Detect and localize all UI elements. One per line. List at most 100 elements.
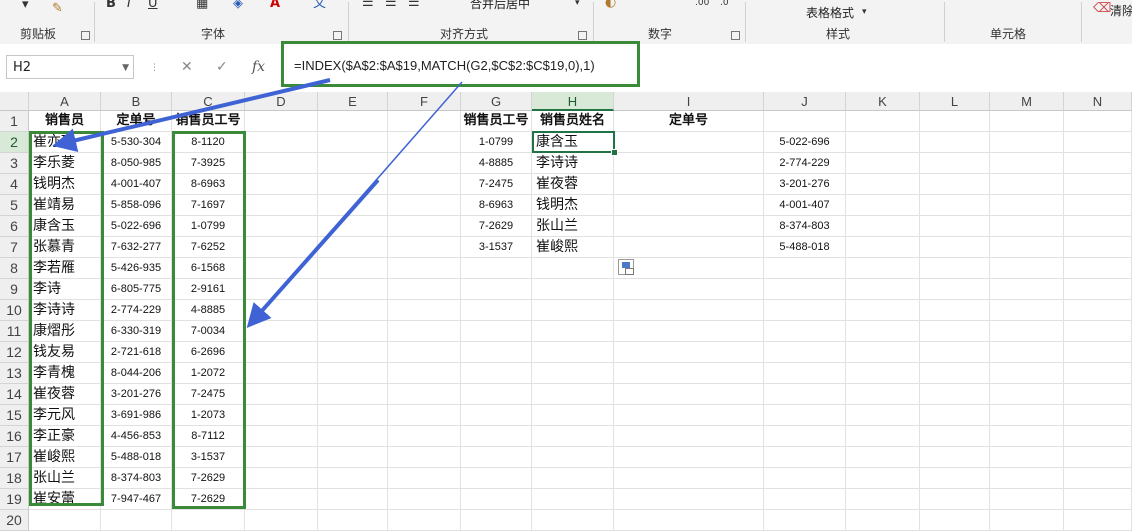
cell[interactable] <box>318 384 388 405</box>
cell[interactable] <box>245 153 318 174</box>
cell[interactable] <box>245 132 318 153</box>
cell[interactable] <box>614 363 764 384</box>
bold-icon[interactable]: B <box>106 0 116 11</box>
cell[interactable] <box>920 342 990 363</box>
cell[interactable] <box>614 300 764 321</box>
cell-j6[interactable]: 8-374-803 <box>764 216 846 237</box>
cell-b19[interactable]: 7-947-467 <box>101 489 172 510</box>
font-color-icon[interactable]: A <box>270 0 280 11</box>
cell-c14[interactable]: 7-2475 <box>172 384 245 405</box>
cell[interactable] <box>245 321 318 342</box>
cell[interactable] <box>388 279 461 300</box>
border-icon[interactable]: ▦ <box>196 0 208 11</box>
cell[interactable] <box>1064 384 1132 405</box>
cell-c17[interactable]: 3-1537 <box>172 447 245 468</box>
cell[interactable] <box>846 405 920 426</box>
cell[interactable] <box>614 342 764 363</box>
merge-dropdown-icon[interactable]: ▾ <box>575 0 580 10</box>
cell[interactable] <box>1064 405 1132 426</box>
cell[interactable] <box>614 468 764 489</box>
cell[interactable] <box>318 153 388 174</box>
cell[interactable] <box>245 174 318 195</box>
cell[interactable] <box>920 489 990 510</box>
cell[interactable] <box>245 111 318 132</box>
cell[interactable] <box>318 426 388 447</box>
cell-c8[interactable]: 6-1568 <box>172 258 245 279</box>
cell-g3[interactable]: 4-8885 <box>461 153 532 174</box>
cell[interactable] <box>318 174 388 195</box>
cell[interactable] <box>318 132 388 153</box>
cell[interactable] <box>920 468 990 489</box>
cell[interactable] <box>1064 258 1132 279</box>
cell-j5[interactable]: 4-001-407 <box>764 195 846 216</box>
cell[interactable] <box>920 510 990 531</box>
cell-b18[interactable]: 8-374-803 <box>101 468 172 489</box>
cell[interactable] <box>388 468 461 489</box>
formula-input[interactable]: =INDEX($A$2:$A$19,MATCH(G2,$C$2:$C$19,0)… <box>281 41 640 87</box>
cell[interactable] <box>388 195 461 216</box>
cell[interactable] <box>846 279 920 300</box>
cell[interactable] <box>1064 363 1132 384</box>
cell[interactable] <box>846 153 920 174</box>
cell[interactable] <box>245 216 318 237</box>
cell[interactable] <box>388 405 461 426</box>
insert-function-icon[interactable]: fx <box>252 59 265 75</box>
cell[interactable] <box>532 363 614 384</box>
cell-h1[interactable]: 销售员姓名 <box>532 111 614 132</box>
cell[interactable] <box>920 132 990 153</box>
cell[interactable] <box>990 489 1064 510</box>
cell[interactable] <box>764 342 846 363</box>
cell[interactable] <box>1064 111 1132 132</box>
cell[interactable] <box>318 405 388 426</box>
cell[interactable] <box>461 279 532 300</box>
cell-a5[interactable]: 崔靖易 <box>29 195 101 216</box>
cell[interactable] <box>461 447 532 468</box>
cell[interactable] <box>318 489 388 510</box>
cell[interactable] <box>920 216 990 237</box>
cell[interactable] <box>532 384 614 405</box>
cell[interactable] <box>1064 279 1132 300</box>
cell[interactable] <box>1064 468 1132 489</box>
row-header-11[interactable]: 11 <box>0 321 29 342</box>
cell[interactable] <box>318 321 388 342</box>
cell-b9[interactable]: 6-805-775 <box>101 279 172 300</box>
cell[interactable] <box>318 342 388 363</box>
cell[interactable] <box>846 132 920 153</box>
cell-h7[interactable]: 崔峻熙 <box>532 237 614 258</box>
cell[interactable] <box>614 174 764 195</box>
cell[interactable] <box>318 510 388 531</box>
cell[interactable] <box>1064 489 1132 510</box>
format-painter-icon[interactable]: ✎ <box>52 2 63 16</box>
cell-a15[interactable]: 李元风 <box>29 405 101 426</box>
cell[interactable] <box>245 510 318 531</box>
font-launcher-icon[interactable] <box>333 31 342 40</box>
alignment-launcher-icon[interactable] <box>578 31 587 40</box>
cell[interactable] <box>461 405 532 426</box>
cell[interactable] <box>1064 300 1132 321</box>
cell[interactable] <box>1064 132 1132 153</box>
column-header-l[interactable]: L <box>920 92 990 111</box>
cell-b3[interactable]: 8-050-985 <box>101 153 172 174</box>
cell[interactable] <box>318 447 388 468</box>
cell-c12[interactable]: 6-2696 <box>172 342 245 363</box>
cell[interactable] <box>764 321 846 342</box>
cell-j2[interactable]: 5-022-696 <box>764 132 846 153</box>
row-header-17[interactable]: 17 <box>0 447 29 468</box>
cell[interactable] <box>388 321 461 342</box>
cell-c5[interactable]: 7-1697 <box>172 195 245 216</box>
cell[interactable] <box>846 258 920 279</box>
cell-b12[interactable]: 2-721-618 <box>101 342 172 363</box>
cell-a19[interactable]: 崔安蕾 <box>29 489 101 510</box>
cell[interactable] <box>764 363 846 384</box>
cell[interactable] <box>388 426 461 447</box>
cell-g4[interactable]: 7-2475 <box>461 174 532 195</box>
cell[interactable] <box>920 447 990 468</box>
cell-b4[interactable]: 4-001-407 <box>101 174 172 195</box>
cell[interactable] <box>990 279 1064 300</box>
cell[interactable] <box>990 132 1064 153</box>
cell[interactable] <box>532 468 614 489</box>
cell[interactable] <box>461 426 532 447</box>
cell[interactable] <box>990 447 1064 468</box>
select-all-corner[interactable] <box>0 92 29 111</box>
cell[interactable] <box>245 258 318 279</box>
